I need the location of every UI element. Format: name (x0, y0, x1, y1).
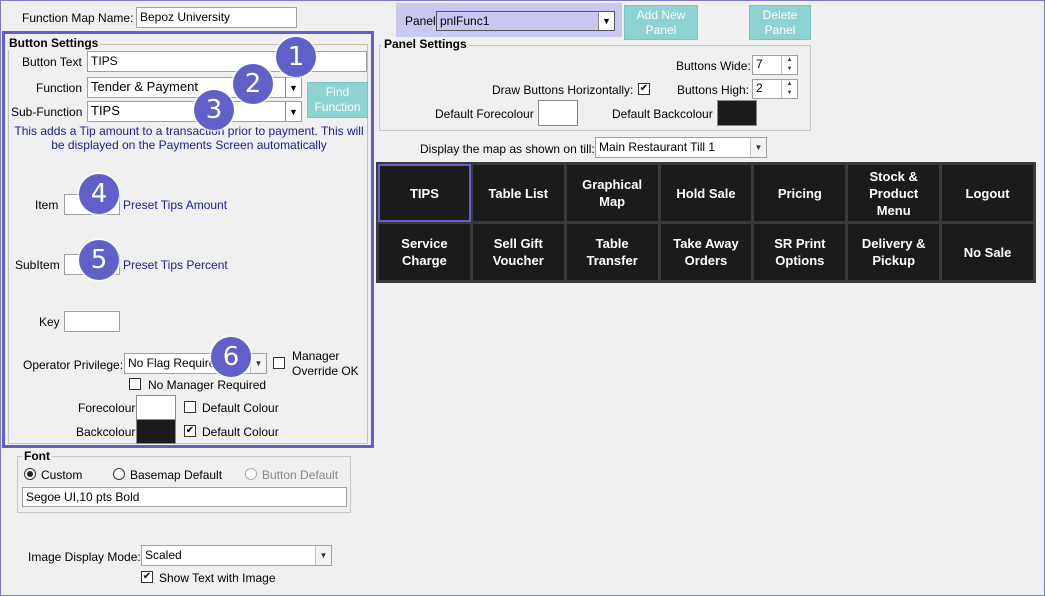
image-display-mode-dropdown[interactable]: Scaled ▼ (141, 545, 332, 566)
draw-horizontally-label: Draw Buttons Horizontally: (492, 83, 634, 97)
subfunction-label: Sub-Function (11, 105, 83, 119)
function-button[interactable]: Service Charge (379, 224, 470, 280)
add-new-panel-button[interactable]: Add New Panel (624, 5, 698, 40)
backcolour-default-checkbox[interactable]: ✔ (184, 425, 196, 437)
find-function-button[interactable]: Find Function (307, 82, 368, 118)
manager-override-label: Manager Override OK (292, 349, 359, 378)
function-button[interactable]: No Sale (942, 224, 1033, 280)
forecolour-label: Forecolour (78, 401, 136, 415)
panel-dropdown[interactable]: pnlFunc1 ▼ (436, 11, 615, 31)
panel-label: Panel (405, 14, 436, 28)
subfunction-dropdown-value: TIPS (91, 103, 120, 118)
button-settings-title: Button Settings (7, 36, 101, 50)
font-group-title: Font (22, 449, 52, 463)
function-button[interactable]: Pricing (754, 165, 846, 221)
key-input[interactable] (64, 311, 120, 332)
default-forecolour-swatch[interactable] (538, 100, 578, 126)
manager-override-checkbox[interactable] (273, 357, 285, 369)
function-button[interactable]: Delivery & Pickup (848, 224, 940, 280)
callout-badge-4: 4 (79, 174, 119, 214)
subitem-label: SubItem (15, 258, 60, 272)
function-map-name-label: Function Map Name: (22, 11, 134, 25)
preset-tips-percent-link[interactable]: Preset Tips Percent (123, 258, 228, 272)
buttons-high-spinner[interactable]: 2 ▲ ▼ (752, 79, 798, 99)
callout-badge-5: 5 (79, 240, 119, 280)
function-button[interactable]: TIPS (378, 164, 471, 222)
chevron-down-icon[interactable]: ▼ (285, 78, 301, 97)
chevron-down-icon[interactable]: ▼ (598, 12, 614, 30)
operator-privilege-label: Operator Privilege: (23, 358, 124, 372)
spin-down-icon[interactable]: ▼ (782, 65, 797, 74)
chevron-down-icon[interactable]: ▼ (750, 138, 766, 157)
image-display-mode-label: Image Display Mode: (28, 550, 141, 564)
no-manager-required-checkbox[interactable] (129, 378, 141, 390)
forecolour-default-checkbox[interactable] (184, 401, 196, 413)
spin-up-icon[interactable]: ▲ (782, 56, 797, 65)
callout-badge-1: 1 (276, 37, 316, 77)
function-label: Function (36, 81, 83, 95)
show-text-with-image-label: Show Text with Image (159, 571, 276, 585)
till-dropdown[interactable]: Main Restaurant Till 1 ▼ (595, 137, 767, 158)
font-value-field[interactable]: Segoe UI,10 pts Bold (22, 487, 347, 507)
default-backcolour-swatch[interactable] (717, 100, 757, 126)
buttons-wide-spinner[interactable]: 7 ▲ ▼ (752, 55, 798, 75)
buttons-wide-value: 7 (756, 57, 763, 71)
function-button[interactable]: Stock & Product Menu (848, 165, 940, 221)
font-button-default-radio[interactable] (245, 468, 257, 480)
till-dropdown-value: Main Restaurant Till 1 (599, 140, 716, 154)
font-button-default-label: Button Default (262, 468, 339, 482)
font-basemap-label: Basemap Default (130, 468, 223, 482)
font-custom-radio[interactable] (24, 468, 36, 480)
chevron-down-icon[interactable]: ▼ (285, 102, 301, 121)
image-display-mode-value: Scaled (145, 548, 182, 562)
default-forecolour-label: Default Forecolour (435, 107, 534, 121)
function-button[interactable]: Logout (942, 165, 1033, 221)
spin-down-icon[interactable]: ▼ (782, 89, 797, 98)
font-basemap-radio[interactable] (113, 468, 125, 480)
function-button[interactable]: Table List (472, 165, 564, 221)
backcolour-default-label: Default Colour (202, 425, 279, 439)
function-button[interactable]: SR Print Options (754, 224, 846, 280)
button-text-input[interactable]: TIPS (87, 51, 367, 72)
callout-badge-3: 3 (194, 90, 234, 130)
function-button[interactable]: Sell Gift Voucher (472, 224, 564, 280)
preset-tips-amount-link[interactable]: Preset Tips Amount (123, 198, 227, 212)
operator-privilege-value: No Flag Required (128, 356, 223, 370)
forecolour-swatch[interactable] (136, 395, 176, 420)
callout-badge-2: 2 (233, 64, 273, 104)
spin-up-icon[interactable]: ▲ (782, 80, 797, 89)
no-manager-required-label: No Manager Required (148, 378, 267, 392)
buttons-wide-label: Buttons Wide: (676, 59, 751, 73)
delete-panel-button[interactable]: Delete Panel (749, 5, 811, 40)
function-button-grid: TIPS Table List Graphical Map Hold Sale Pric… (376, 162, 1036, 283)
panel-dropdown-value: pnlFunc1 (440, 14, 490, 28)
function-description: This adds a Tip amount to a transaction … (14, 124, 364, 152)
function-button[interactable]: Graphical Map (566, 165, 658, 221)
function-button[interactable]: Take Away Orders (660, 224, 752, 280)
key-label: Key (39, 315, 60, 329)
forecolour-default-label: Default Colour (202, 401, 279, 415)
function-button[interactable]: Table Transfer (566, 224, 658, 280)
chevron-down-icon[interactable]: ▼ (315, 546, 331, 565)
draw-horizontally-checkbox[interactable]: ✔ (638, 83, 650, 95)
callout-badge-6: 6 (211, 337, 251, 377)
function-button[interactable]: Hold Sale (660, 165, 752, 221)
buttons-high-label: Buttons High: (677, 83, 750, 97)
default-backcolour-label: Default Backcolour (612, 107, 713, 121)
buttons-high-value: 2 (756, 81, 763, 95)
panel-settings-title: Panel Settings (382, 37, 469, 51)
till-display-label: Display the map as shown on till: (420, 142, 595, 156)
font-custom-label: Custom (41, 468, 83, 482)
item-label: Item (35, 198, 59, 212)
chevron-down-icon[interactable]: ▼ (250, 354, 266, 373)
function-dropdown-value: Tender & Payment (91, 79, 198, 94)
button-text-label: Button Text (22, 55, 82, 69)
show-text-with-image-checkbox[interactable]: ✔ (141, 571, 153, 583)
function-map-name-input[interactable]: Bepoz University (136, 7, 297, 28)
backcolour-label: Backcolour (76, 425, 136, 439)
backcolour-swatch[interactable] (136, 419, 176, 444)
